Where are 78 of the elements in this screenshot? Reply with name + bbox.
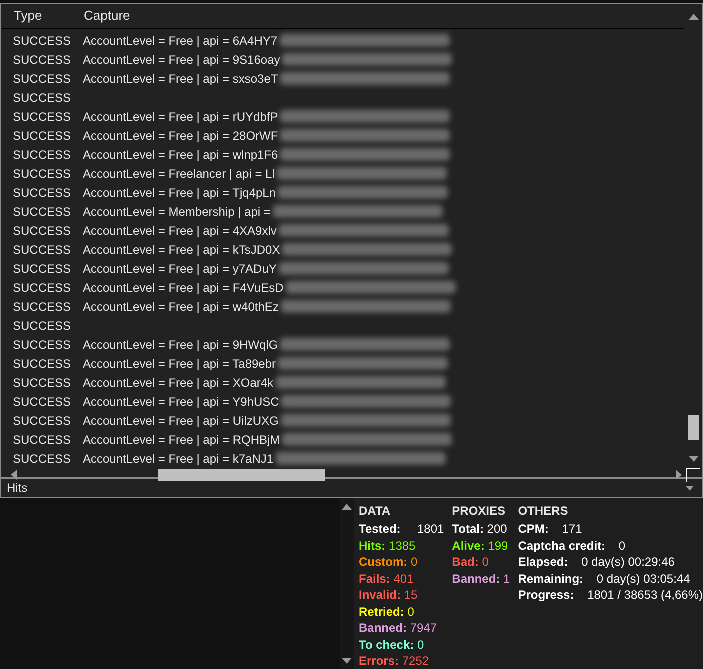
table-cell-text: SUCCESS	[13, 394, 72, 410]
stat-line: To check: 0	[359, 636, 426, 653]
table-cell-text: AccountLevel = Free | api = 28OrWF	[83, 128, 278, 144]
table-cell-text: SUCCESS	[13, 432, 72, 448]
table-cell-text: SUCCESS	[13, 298, 72, 316]
stat-line: Elapsed: 0 day(s) 00:29:46	[518, 554, 676, 570]
stat-line: Retried: 0	[359, 604, 416, 620]
scrollbar-thumb[interactable]	[688, 415, 699, 440]
stat-line: Fails: 401	[359, 570, 415, 587]
stat-line: Banned: 1	[452, 570, 510, 587]
scroll-left-icon[interactable]	[11, 470, 17, 480]
table-cell-text: SUCCESS	[13, 260, 72, 278]
filter-dropdown[interactable]: Hits	[0, 478, 703, 498]
table-cell-text: AccountLevel = Free | api = wlnp1F6	[83, 146, 278, 164]
table-cell-text: SUCCESS	[13, 184, 72, 202]
table-cell-text: SUCCESS	[13, 356, 72, 372]
stat-line: Errors: 7252	[359, 653, 430, 669]
stat-line: Remaining: 0 day(s) 03:05:44	[518, 570, 692, 587]
table-cell-text: AccountLevel = Free | api = 9S16oay	[83, 52, 280, 68]
scroll-up-icon[interactable]	[688, 14, 698, 20]
scroll-right-icon[interactable]	[676, 470, 682, 480]
table-cell-text: AccountLevel = Free | api = k7aNJ1	[83, 450, 274, 468]
stat-line: Bad: 0	[452, 554, 490, 570]
table-cell-text: AccountLevel = Free | api = sxso3eT	[83, 70, 278, 88]
stat-line: Invalid: 15	[359, 587, 419, 604]
section-title: DATA	[359, 503, 392, 520]
column-header[interactable]: Capture	[84, 6, 130, 26]
table-cell-text: SUCCESS	[13, 336, 72, 354]
table-cell-text: AccountLevel = Free | api = 4XA9xlv	[83, 222, 277, 240]
table-cell-text: SUCCESS	[13, 242, 72, 258]
table-cell-text: AccountLevel = Free | api = Ta89ebr	[83, 356, 276, 372]
table-cell-text: SUCCESS	[13, 374, 72, 392]
table-cell-text: AccountLevel = Membership | api =	[83, 204, 271, 220]
table-cell-text: SUCCESS	[13, 166, 72, 182]
table-cell-text: SUCCESS	[13, 70, 72, 88]
section-title: OTHERS	[518, 503, 570, 520]
column-header[interactable]: Type	[14, 6, 84, 26]
table-cell-text: SUCCESS	[13, 204, 72, 220]
table-cell-text: AccountLevel = Free | api = F4VuEsD	[83, 280, 284, 296]
scrollbar-thumb[interactable]	[158, 469, 325, 481]
table-cell-text: AccountLevel = Free | api = Y9hUSC	[83, 394, 280, 410]
table-cell-text: SUCCESS	[13, 90, 72, 106]
stat-line: Total: 200	[452, 521, 508, 538]
stat-line: Alive: 199	[452, 538, 510, 554]
table-cell-text: AccountLevel = Free | api = UilzUXG	[83, 412, 279, 430]
table-cell-text: SUCCESS	[13, 318, 72, 334]
table-cell-text: AccountLevel = Free | api = y7ADuY	[83, 260, 277, 278]
stat-line: Progress: 1801 / 38653 (4,66%)	[518, 587, 703, 604]
vertical-scrollbar[interactable]	[340, 498, 354, 669]
scroll-down-icon[interactable]	[688, 456, 698, 462]
table-cell-text: SUCCESS	[13, 52, 72, 68]
table-cell-text: AccountLevel = Free | api = RQHBjM	[83, 432, 280, 448]
table-cell-text: AccountLevel = Freelancer | api = Ll	[83, 166, 275, 182]
stat-line: Custom: 0	[359, 554, 419, 570]
table-cell-text: SUCCESS	[13, 222, 72, 240]
scroll-down-icon[interactable]	[342, 658, 352, 664]
table-cell-text: AccountLevel = Free | api = Tjq4pLn	[83, 184, 276, 202]
table-cell-text: SUCCESS	[13, 450, 72, 468]
scroll-up-icon[interactable]	[342, 504, 352, 510]
table-cell-text: SUCCESS	[13, 146, 72, 164]
table-cell-text: AccountLevel = Free | api = kTsJD0X	[83, 242, 280, 258]
table-cell-text: SUCCESS	[13, 108, 72, 126]
table-cell-text: AccountLevel = Free | api = w40thEz	[83, 298, 279, 316]
section-title: PROXIES	[452, 503, 507, 520]
stat-line: Banned: 7947	[359, 620, 438, 636]
stat-line: CPM: 171	[518, 521, 584, 538]
table-cell-text: SUCCESS	[13, 32, 72, 50]
table-cell-text: AccountLevel = Free | api = 9HWqlG	[83, 336, 278, 354]
dropdown-caret-icon[interactable]	[686, 486, 694, 490]
stat-line: Hits: 1385	[359, 538, 417, 554]
table-cell-text: AccountLevel = Free | api = 6A4HY7	[83, 32, 278, 50]
table-cell-text: SUCCESS	[13, 412, 72, 430]
table-cell-text: AccountLevel = Free | api = XOar4k	[83, 374, 274, 392]
table-cell-text: SUCCESS	[13, 280, 72, 296]
table-cell-text: AccountLevel = Free | api = rUYdbfP	[83, 108, 278, 126]
table-cell-text: SUCCESS	[13, 128, 72, 144]
stat-line: Tested: 1801	[359, 521, 444, 538]
stat-line: Captcha credit: 0	[518, 538, 627, 554]
